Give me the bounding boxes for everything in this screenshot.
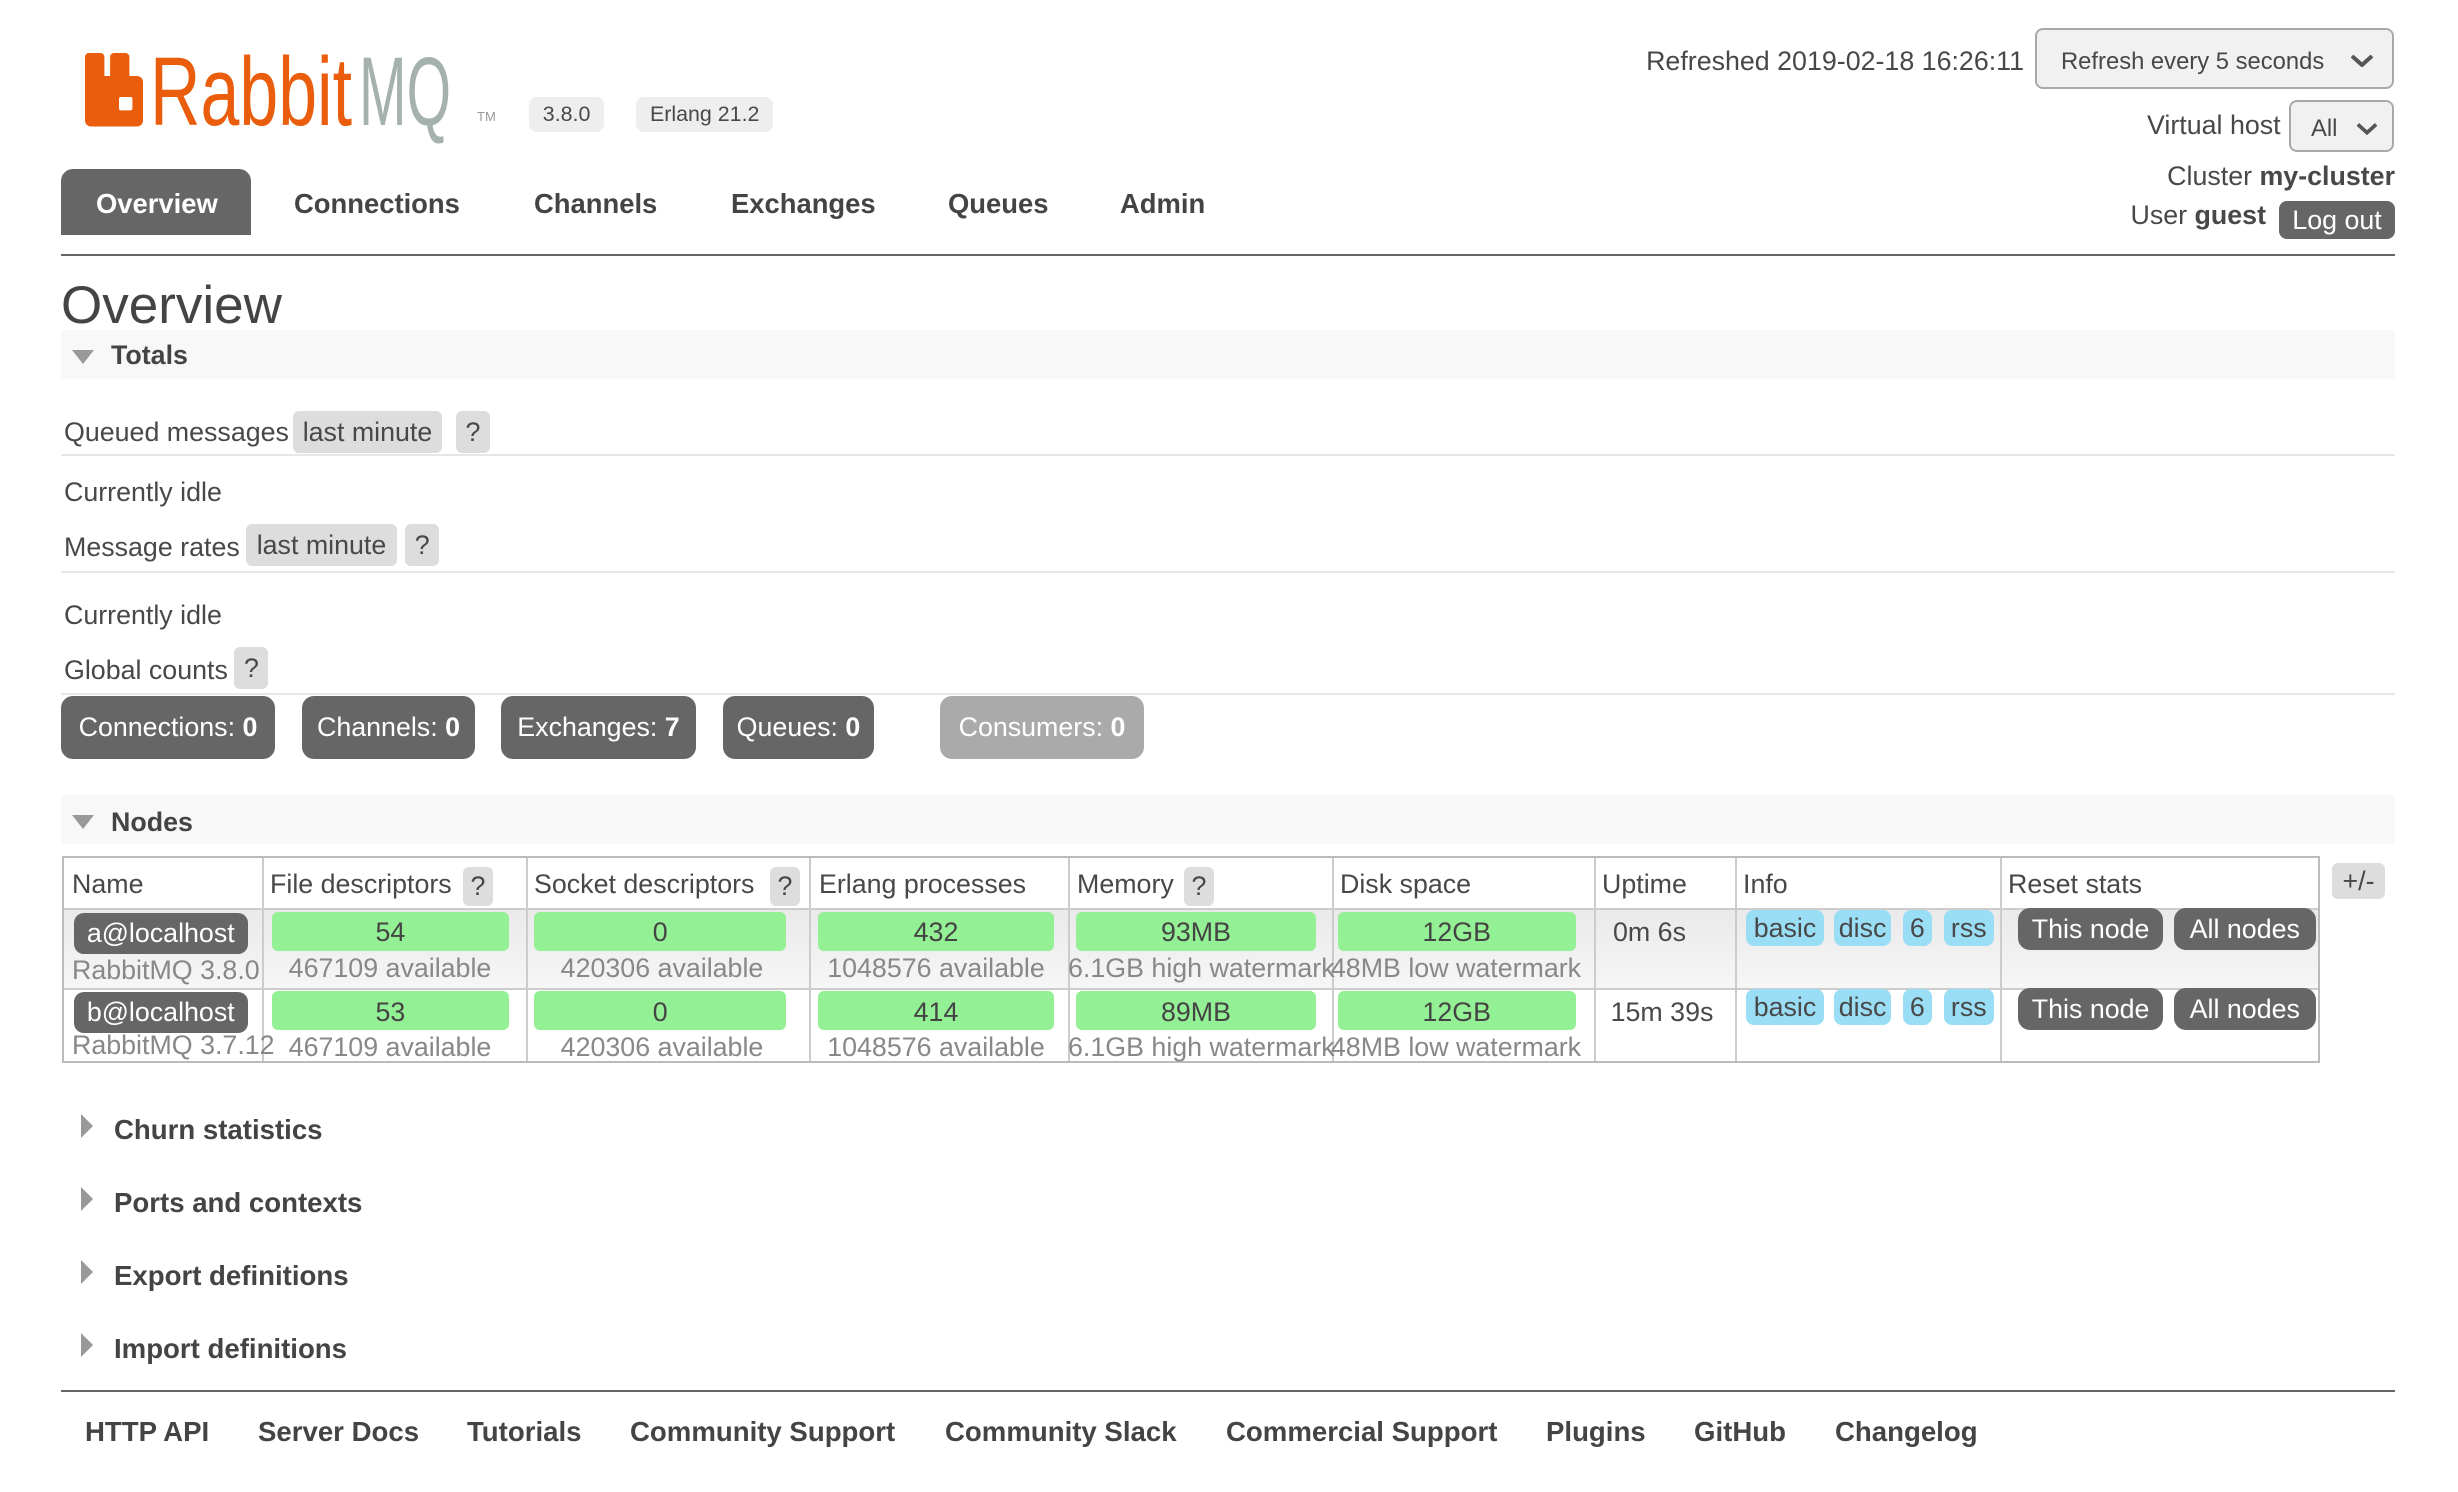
svg-text:Rabbit: Rabbit [150,37,352,146]
svg-text:MQ: MQ [359,37,451,146]
